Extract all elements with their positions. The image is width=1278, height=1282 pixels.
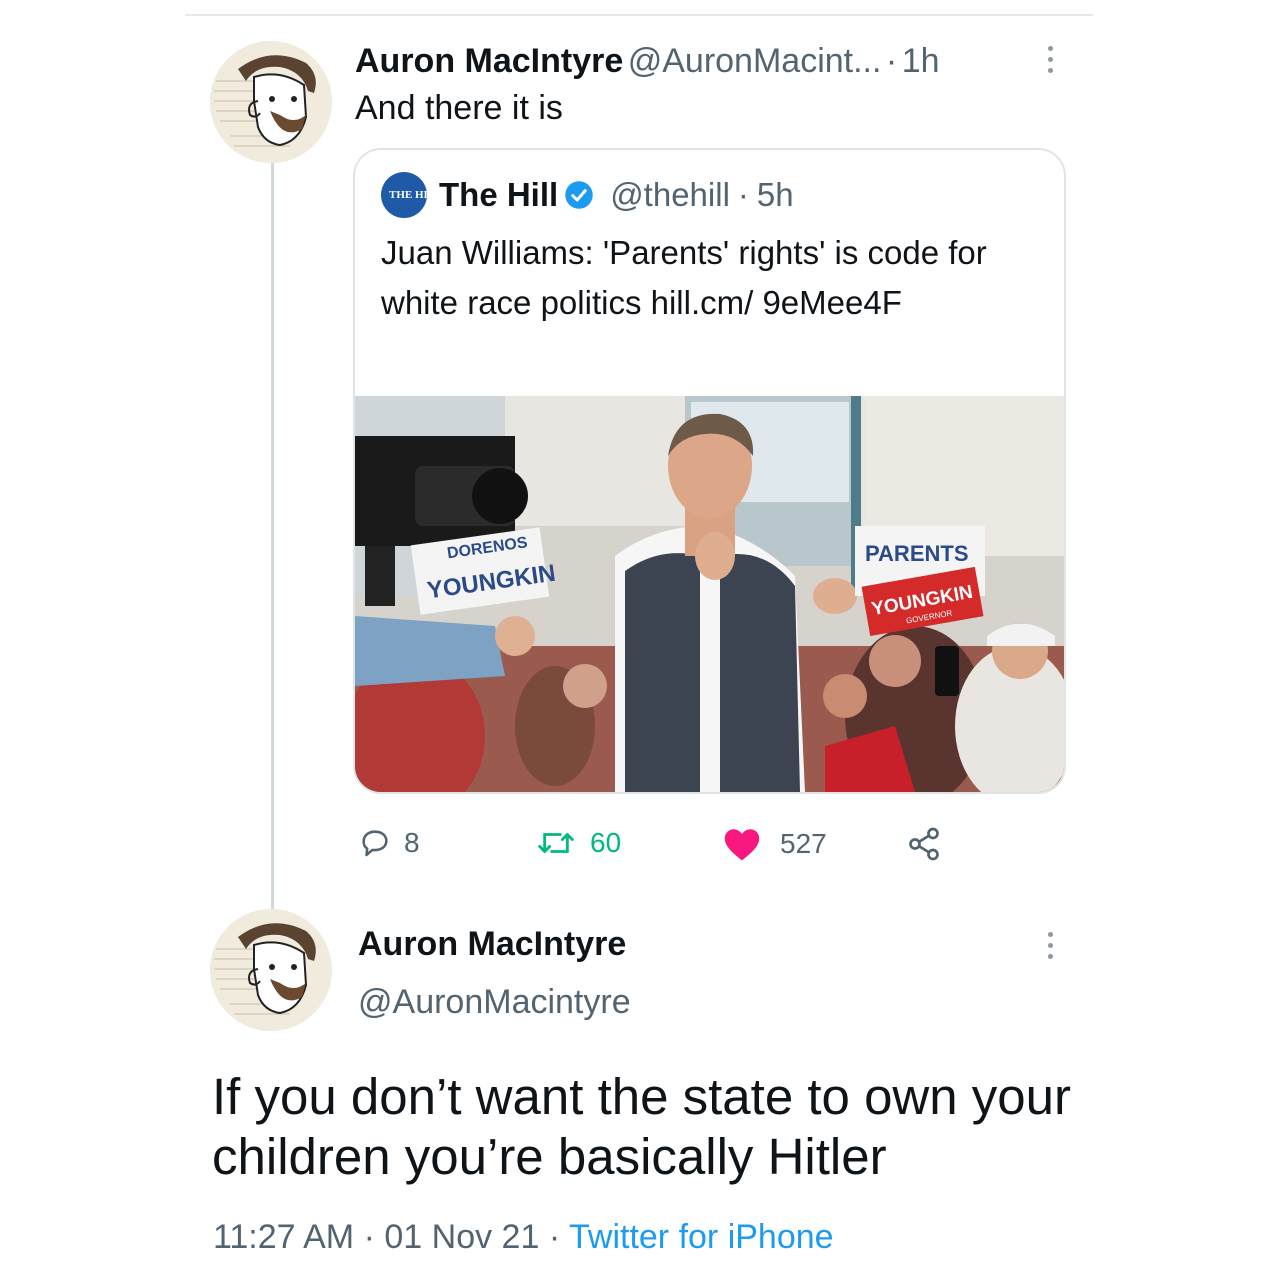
share-icon	[909, 827, 939, 861]
quoted-tweet-time[interactable]: 5h	[757, 176, 794, 214]
main-author-name[interactable]: Auron MacIntyre	[358, 925, 626, 964]
retweet-action[interactable]: 60	[536, 826, 621, 860]
tweet-time[interactable]: 1h	[902, 42, 940, 80]
time-separator: ·	[885, 42, 898, 80]
tweet-time[interactable]: 11:27 AM	[213, 1218, 354, 1256]
the-hill-logo[interactable]: THE HILL	[381, 172, 443, 218]
like-action[interactable]: 527	[722, 826, 827, 862]
retweet-icon	[538, 833, 574, 853]
reply-tweet-text: And there it is	[355, 89, 563, 127]
top-divider	[185, 14, 1093, 16]
reply-icon	[362, 830, 388, 857]
more-icon[interactable]	[1040, 44, 1060, 73]
reply-tweet-header: Auron MacIntyre @AuronMacint... · 1h	[355, 42, 940, 81]
logo-text: THE HILL	[389, 188, 443, 201]
tweet-footer: 11:27 AM · 01 Nov 21 · Twitter for iPhon…	[213, 1218, 834, 1257]
footer-separator: ·	[363, 1218, 375, 1256]
footer-separator: ·	[548, 1218, 561, 1256]
avatar[interactable]	[210, 909, 332, 1031]
quoted-author-handle[interactable]: @thehill	[610, 176, 730, 214]
main-author-handle[interactable]: @AuronMacintyre	[358, 983, 631, 1022]
reply-count: 8	[404, 827, 420, 858]
quoted-tweet-header: THE HILL The Hill @thehill · 5h	[381, 172, 794, 218]
verified-icon	[565, 181, 593, 209]
time-separator: ·	[737, 176, 749, 213]
quoted-author-name[interactable]: The Hill	[439, 176, 558, 214]
tweet-date[interactable]: 01 Nov 21	[384, 1218, 539, 1256]
quoted-tweet-photo[interactable]: DORENOS YOUNGKIN PARENTS YOUNGKIN GOVERN…	[355, 396, 1064, 792]
share-action[interactable]	[906, 826, 942, 862]
retweet-count: 60	[590, 827, 622, 858]
like-count: 527	[780, 828, 827, 859]
tweet-source-link[interactable]: Twitter for iPhone	[569, 1218, 834, 1256]
quoted-tweet-card[interactable]: THE HILL The Hill @thehill · 5h Juan Wil…	[353, 148, 1066, 794]
avatar-illustration	[210, 41, 332, 163]
sign-right-top: PARENTS	[865, 541, 969, 566]
quoted-tweet-text: Juan Williams: 'Parents' rights' is code…	[381, 234, 987, 321]
author-name[interactable]: Auron MacIntyre	[355, 42, 623, 80]
rally-photo: DORENOS YOUNGKIN PARENTS YOUNGKIN GOVERN…	[355, 396, 1064, 792]
main-tweet-text: If you don’t want the state to own your …	[212, 1068, 1072, 1185]
more-icon[interactable]	[1040, 930, 1060, 959]
like-icon	[724, 829, 760, 861]
reply-action[interactable]: 8	[358, 826, 420, 860]
avatar-illustration	[210, 909, 332, 1031]
thread-connector-line	[271, 162, 274, 910]
avatar[interactable]	[210, 41, 332, 163]
author-handle[interactable]: @AuronMacint...	[628, 42, 882, 80]
